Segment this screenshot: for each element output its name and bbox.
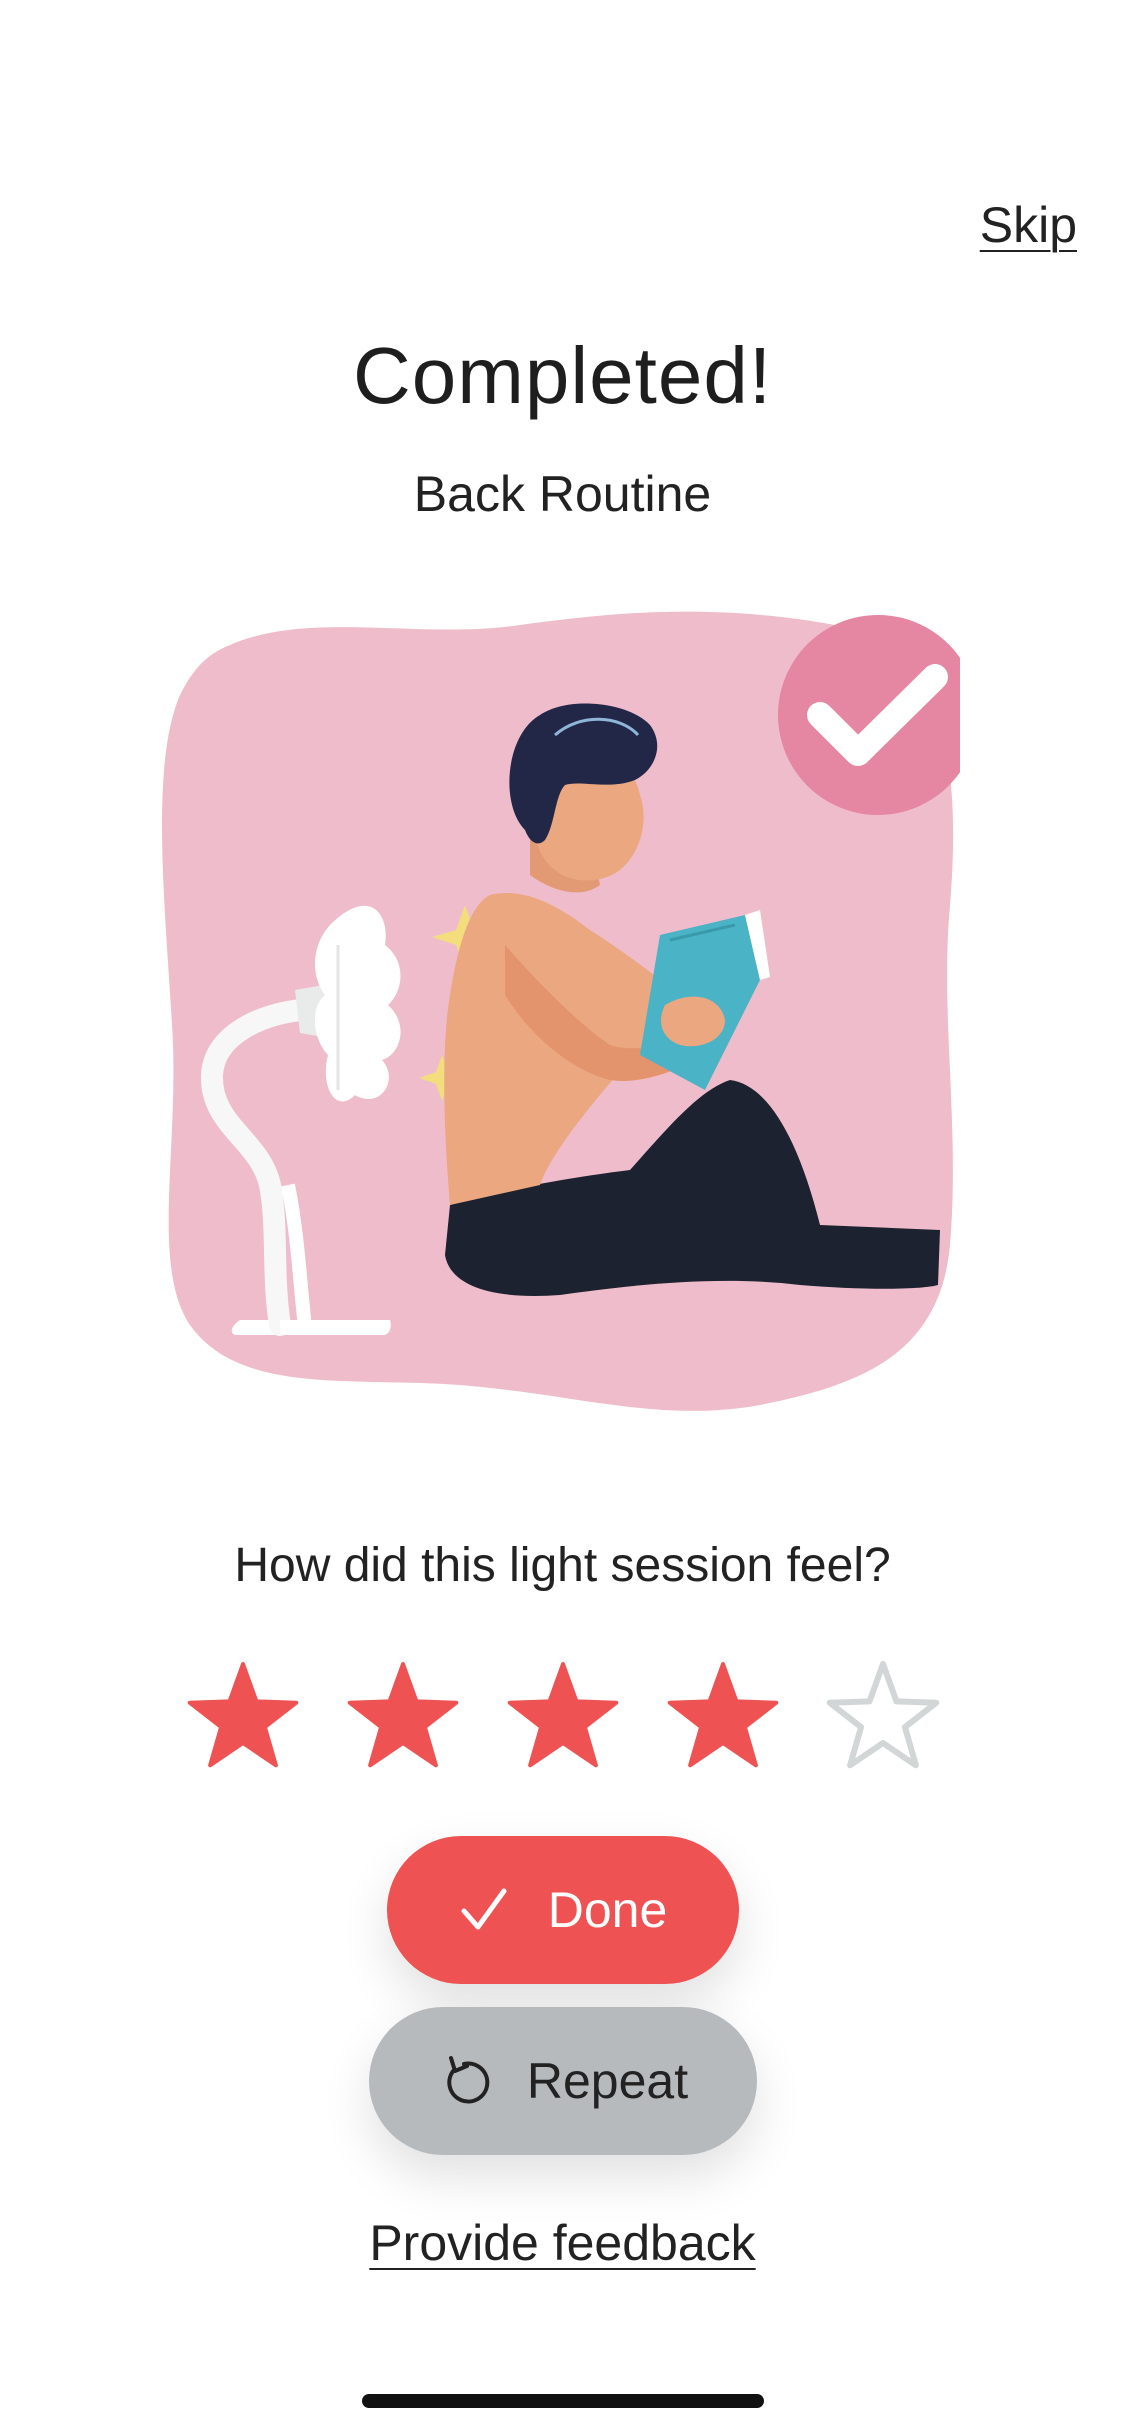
completed-session-illustration <box>162 611 960 1411</box>
star-rating[interactable] <box>0 1660 1125 1772</box>
home-indicator <box>362 2394 764 2408</box>
page-title: Completed! <box>352 331 773 420</box>
routine-name: Back Routine <box>413 466 712 522</box>
repeat-button[interactable]: Repeat <box>368 2007 757 2155</box>
done-button[interactable]: Done <box>386 1836 739 1984</box>
provide-feedback-link[interactable]: Provide feedback <box>0 2214 1125 2272</box>
skip-link[interactable]: Skip <box>980 196 1077 254</box>
checkmark-icon <box>461 1888 507 1930</box>
star-filled-icon[interactable] <box>345 1660 461 1772</box>
repeat-button-label: Repeat <box>526 2053 689 2109</box>
star-filled-icon[interactable] <box>185 1660 301 1772</box>
repeat-icon <box>447 2056 490 2104</box>
star-filled-icon[interactable] <box>505 1660 621 1772</box>
done-button-label: Done <box>547 1882 668 1938</box>
star-empty-icon[interactable] <box>825 1660 941 1772</box>
rating-question: How did this light session feel? <box>234 1539 891 1592</box>
star-filled-icon[interactable] <box>665 1660 781 1772</box>
